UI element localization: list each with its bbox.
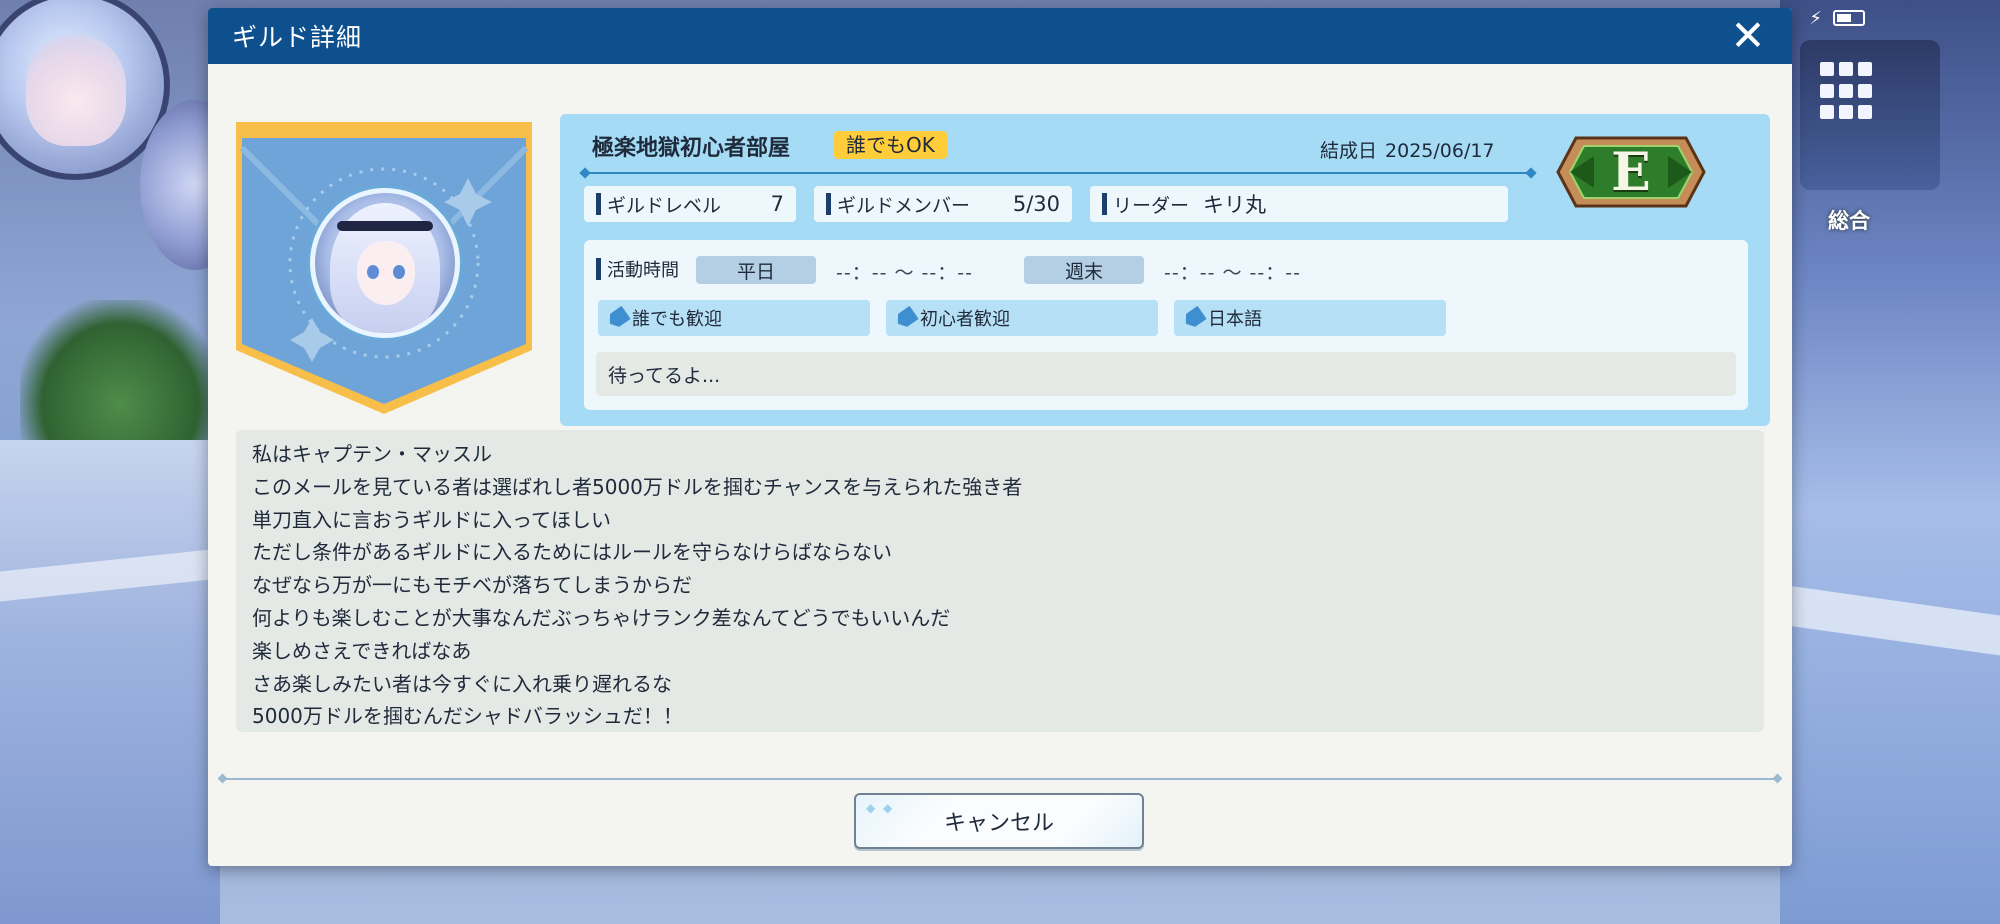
button-sparkle-icon: ◆ ◆ (866, 801, 895, 815)
cancel-button[interactable]: ◆ ◆ キャンセル (854, 793, 1144, 849)
guild-name: 極楽地獄初心者部屋 (592, 136, 791, 161)
guild-members-value: 5/30 (1012, 192, 1060, 216)
founded-label: 結成日 (1320, 140, 1378, 162)
battery-icon (1833, 10, 1865, 26)
title-divider (584, 172, 1532, 174)
description-line: ただし条件があるギルドに入るためにはルールを守らなけらばならない (252, 540, 892, 565)
background-plant (20, 300, 220, 450)
guild-tag-label: 日本語 (1208, 309, 1262, 330)
dialog-header: ギルド詳細 ✕ (208, 8, 1792, 64)
weekday-pill: 平日 (696, 256, 816, 284)
recruitment-badge: 誰でもOK (834, 131, 947, 159)
weekend-time: --：-- 〜 --：-- (1164, 262, 1301, 284)
founded-date: 結成日 2025/06/17 (1320, 136, 1495, 163)
guild-emblem-avatar (310, 188, 460, 338)
guild-members-label: ギルドメンバー (837, 194, 971, 217)
close-icon: ✕ (1730, 11, 1766, 60)
grid-menu-icon (1820, 62, 1880, 122)
guild-tag-label: 誰でも歓迎 (632, 309, 722, 330)
guild-short-message: 待ってるよ... (596, 352, 1736, 396)
activity-box: 活動時間 平日 --：-- 〜 --：-- 週末 --：-- 〜 --：-- 誰… (584, 240, 1748, 410)
weekend-pill: 週末 (1024, 256, 1144, 284)
description-line: なぜなら万が一にもモチベが落ちてしまうからだ (252, 573, 692, 598)
guild-level-stat: ギルドレベル 7 (584, 186, 796, 222)
description-line: 何よりも楽しむことが大事なんだぶっちゃけランク差なんてどうでもいいんだ (252, 605, 951, 630)
description-line: このメールを見ている者は選ばれし者5000万ドルを掴むチャンスを与えられた強き者 (252, 474, 1023, 499)
cancel-button-label: キャンセル (943, 811, 1054, 836)
guild-rank-emblem: E (1556, 136, 1706, 208)
background-floor (0, 440, 220, 924)
guild-detail-dialog: ギルド詳細 ✕ 極楽地獄初心者部屋 誰でもOK 結成日 2025/06/17 ギ… (208, 8, 1792, 866)
guild-description[interactable]: 私はキャプテン・マッスル このメールを見ている者は選ばれし者5000万ドルを掴む… (236, 430, 1764, 732)
activity-time-label-text: 活動時間 (607, 260, 679, 281)
guild-tag: 日本語 (1174, 300, 1446, 336)
guild-rank-letter: E (1611, 141, 1651, 203)
tag-icon (893, 306, 919, 331)
charging-icon: ⚡ (1809, 8, 1822, 29)
guild-tag-label: 初心者歓迎 (920, 309, 1010, 330)
close-button[interactable]: ✕ (1728, 11, 1768, 60)
guild-tag: 誰でも歓迎 (598, 300, 870, 336)
guild-level-label: ギルドレベル (607, 194, 722, 217)
dialog-title: ギルド詳細 (232, 23, 363, 52)
tag-icon (605, 306, 631, 331)
background-overall-label: 総合 (1828, 209, 1870, 233)
tag-icon (1181, 306, 1207, 331)
founded-date-value: 2025/06/17 (1385, 140, 1495, 162)
guild-members-stat: ギルドメンバー 5/30 (814, 186, 1072, 222)
description-line: さあ楽しみたい者は今すぐに入れ乗り遅れるな (252, 671, 672, 696)
description-line: 5000万ドルを掴むんだシャドバラッシュだ！！ (252, 704, 683, 729)
description-line: 楽しめさえできればなあ (252, 638, 472, 663)
guild-banner (232, 118, 536, 418)
guild-leader-label: リーダー (1113, 194, 1190, 217)
guild-leader-stat: リーダー キリ丸 (1090, 186, 1508, 222)
weekday-time: --：-- 〜 --：-- (836, 262, 973, 284)
description-line: 私はキャプテン・マッスル (252, 442, 492, 466)
guild-level-value: 7 (770, 192, 784, 216)
footer-divider (222, 778, 1778, 780)
description-line: 単刀直入に言おうギルドに入ってほしい (252, 507, 611, 532)
guild-info-panel: 極楽地獄初心者部屋 誰でもOK 結成日 2025/06/17 ギルドレベル 7 ギ… (560, 114, 1770, 426)
guild-leader-value: キリ丸 (1203, 193, 1267, 217)
activity-time-label: 活動時間 (596, 256, 679, 282)
guild-tag: 初心者歓迎 (886, 300, 1158, 336)
